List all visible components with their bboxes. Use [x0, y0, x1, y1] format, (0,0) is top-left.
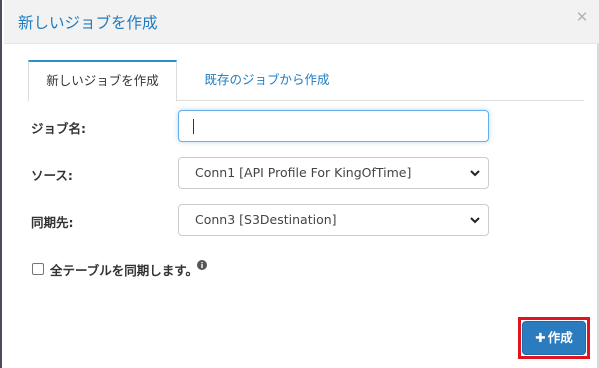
create-button[interactable]: ✚ 作成	[522, 321, 586, 355]
sync-all-tables-checkbox[interactable]	[32, 263, 44, 275]
source-select-value: Conn1 [API Profile For KingOfTime]	[195, 165, 412, 180]
text-caret	[193, 119, 194, 134]
destination-select-value: Conn3 [S3Destination]	[195, 212, 337, 227]
close-icon[interactable]: ✕	[574, 9, 590, 25]
chevron-down-icon	[470, 217, 480, 224]
modal-header: 新しいジョブを作成 ✕	[4, 0, 599, 44]
create-job-modal: 新しいジョブを作成 ✕ 新しいジョブを作成 既存のジョブから作成 ジョブ名: ソ…	[0, 0, 599, 368]
job-name-input[interactable]	[178, 110, 489, 142]
destination-select[interactable]: Conn3 [S3Destination]	[178, 204, 489, 236]
create-button-label: 作成	[547, 330, 573, 345]
destination-label: 同期先:	[31, 215, 74, 230]
tab-from-existing-job[interactable]: 既存のジョブから作成	[194, 60, 340, 101]
sync-all-tables-label: 全テーブルを同期します。	[50, 263, 199, 278]
tab-new-job[interactable]: 新しいジョブを作成	[28, 60, 177, 102]
job-name-label: ジョブ名:	[31, 121, 86, 136]
modal-title: 新しいジョブを作成	[18, 14, 158, 32]
source-select[interactable]: Conn1 [API Profile For KingOfTime]	[178, 157, 489, 189]
plus-icon: ✚	[535, 330, 546, 345]
info-icon[interactable]	[197, 260, 207, 270]
tab-bar: 新しいジョブを作成 既存のジョブから作成	[28, 60, 584, 102]
chevron-down-icon	[470, 170, 480, 177]
source-label: ソース:	[31, 168, 73, 183]
